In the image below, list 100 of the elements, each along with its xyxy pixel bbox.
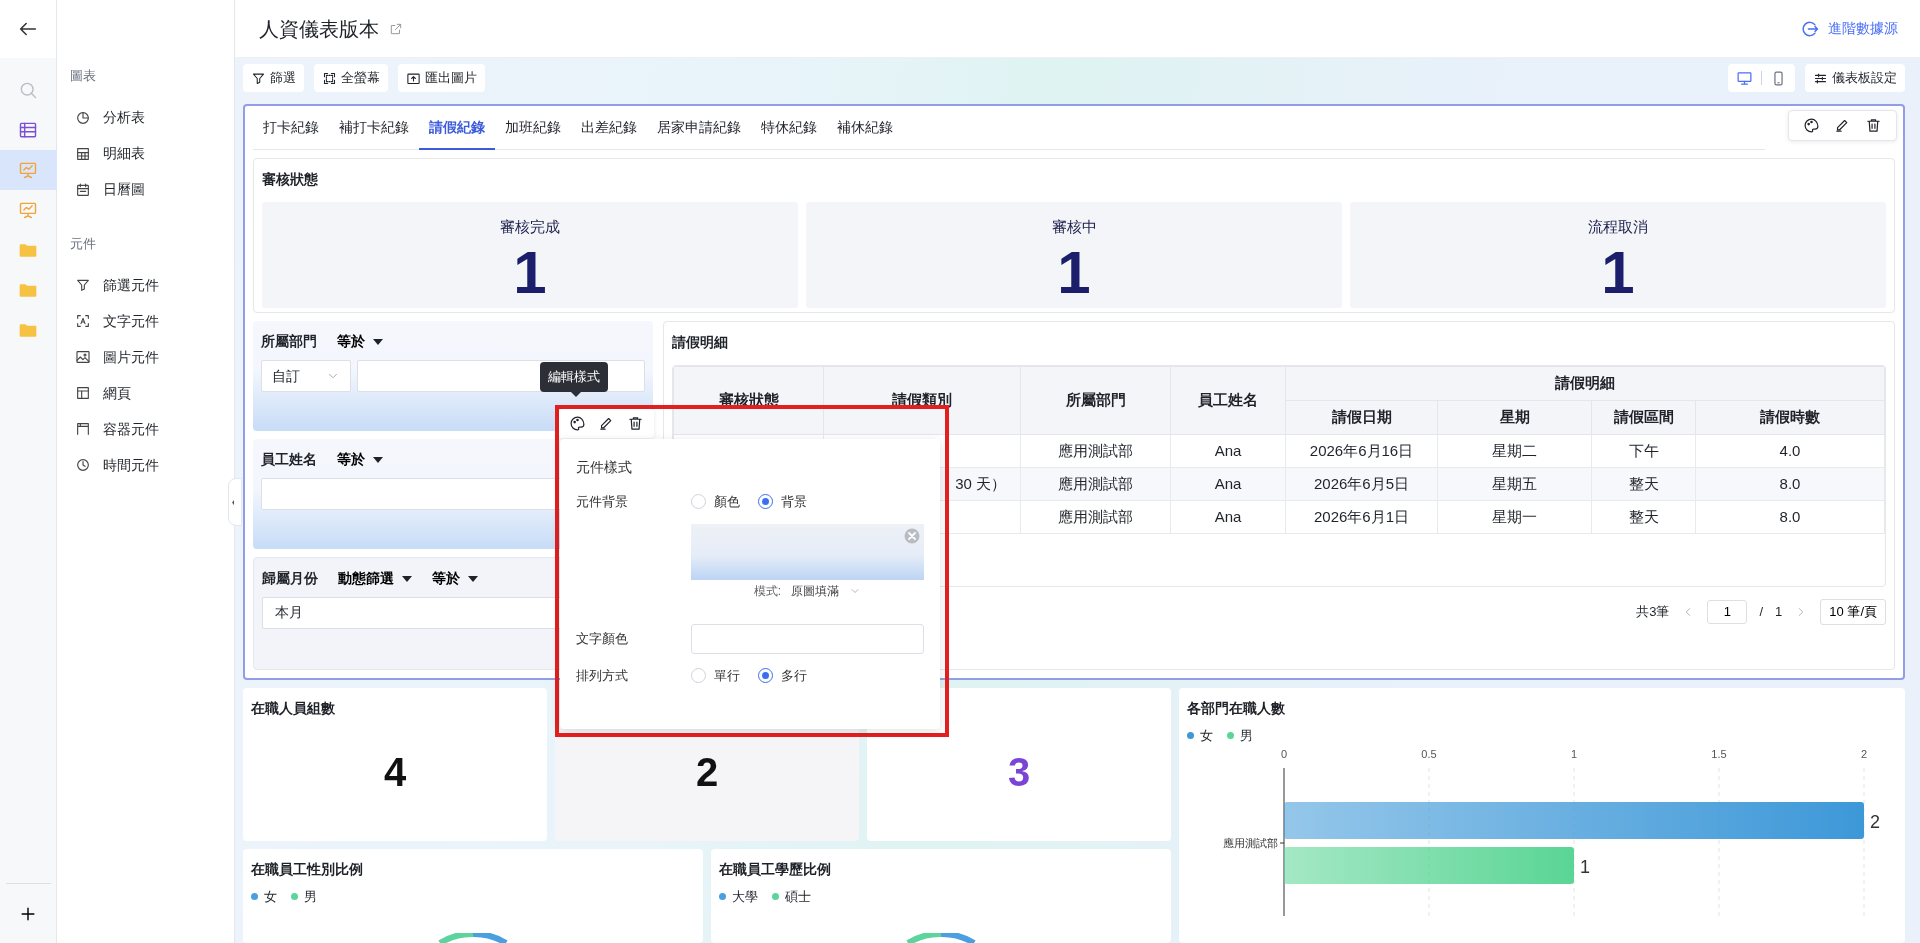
select-field[interactable]: 自訂 — [261, 360, 351, 392]
close-icon[interactable] — [903, 526, 921, 545]
sidebar-item[interactable]: 時間元件 — [57, 447, 234, 483]
table-cell: Ana — [1170, 434, 1286, 468]
sidebar-item-label: 篩選元件 — [103, 275, 159, 295]
delete-icon[interactable] — [627, 415, 644, 432]
status-label: 審核中 — [1051, 217, 1097, 237]
legend-label: 大學 — [732, 888, 758, 906]
sidebar-item-label: 明細表 — [103, 144, 145, 163]
tooltip: 編輯樣式 — [540, 362, 608, 392]
radio-option[interactable]: 顏色 — [691, 492, 740, 512]
table-cell: 整天 — [1591, 500, 1696, 534]
palette-icon[interactable] — [1803, 117, 1820, 134]
field-label: 文字顏色 — [576, 629, 629, 648]
tab[interactable]: 出差紀錄 — [571, 106, 647, 150]
axis-tick-label: 0.5 — [1421, 747, 1437, 760]
mode-select[interactable]: 原圖填滿 — [791, 581, 840, 600]
caret-icon — [468, 575, 478, 582]
card-title: 各部門在職人數 — [1187, 699, 1286, 718]
sidebar-item[interactable]: 文字元件 — [57, 303, 234, 339]
table-icon — [18, 120, 38, 140]
table-cell: 4.0 — [1695, 434, 1885, 468]
status-label: 流程取消 — [1588, 217, 1648, 237]
axis-tick-label: 0 — [1280, 747, 1288, 760]
kpi-value: 3 — [1006, 749, 1032, 796]
radio-option[interactable]: 多行 — [758, 665, 807, 685]
page-title: 人資儀表版本 — [259, 16, 379, 42]
section-heading: 元件 — [69, 234, 97, 253]
table-cell: 整天 — [1591, 467, 1696, 501]
fullscreen-icon — [322, 70, 337, 86]
axis-tick-label: 2 — [1860, 747, 1868, 760]
settings-button[interactable]: 儀表板設定 — [1805, 64, 1905, 92]
page-input[interactable]: 1 — [1707, 599, 1748, 624]
sidebar-item[interactable]: 篩選元件 — [57, 267, 234, 303]
toolbar-button[interactable]: 全螢幕 — [314, 64, 388, 92]
card-title: 在職員工學歷比例 — [719, 860, 832, 879]
delete-icon[interactable] — [1865, 117, 1882, 134]
table-cell: 星期五 — [1437, 467, 1592, 501]
page-total: 1 — [1775, 603, 1783, 621]
caret-icon — [373, 456, 383, 463]
color-input[interactable] — [691, 623, 924, 654]
caret-icon — [373, 338, 383, 345]
status-count: 1 — [513, 242, 547, 303]
filter-icon — [75, 277, 91, 293]
page-size-select[interactable]: 10 筆/頁 — [1820, 599, 1886, 625]
view-toggle[interactable] — [1734, 69, 1755, 87]
sidebar-item-label: 日曆圖 — [103, 180, 145, 199]
donut-chart-drawing — [906, 933, 976, 943]
legend-label: 碩士 — [785, 888, 811, 906]
tab[interactable]: 補打卡紀錄 — [329, 106, 419, 150]
legend-label: 女 — [1200, 727, 1213, 745]
donut-chart-drawing — [438, 933, 508, 943]
radio-option[interactable]: 單行 — [691, 665, 740, 685]
status-count: 1 — [1057, 242, 1091, 303]
kpi-value: 2 — [694, 749, 720, 796]
sidebar-item[interactable]: 日曆圖 — [57, 171, 234, 208]
sidebar-item-label: 分析表 — [103, 108, 145, 127]
operator-dropdown[interactable]: 等於 — [337, 331, 383, 352]
table-cell: 應用測試部 — [1020, 467, 1171, 501]
sidebar-item[interactable]: 網頁 — [57, 375, 234, 411]
legend-label: 男 — [304, 888, 317, 906]
tab[interactable]: 特休紀錄 — [751, 106, 827, 150]
legend-label: 女 — [264, 888, 277, 906]
tab[interactable]: 加班紀錄 — [495, 106, 571, 150]
image-icon — [75, 349, 91, 365]
toolbar-button[interactable]: 篩選 — [243, 64, 304, 92]
calendar-icon — [75, 181, 91, 198]
tab[interactable]: 居家申請紀錄 — [647, 106, 751, 150]
sidebar-item[interactable]: 容器元件 — [57, 411, 234, 447]
operator-dropdown[interactable]: 等於 — [432, 568, 478, 589]
table-cell: 星期二 — [1437, 434, 1592, 468]
sidebar-item[interactable]: 分析表 — [57, 99, 234, 136]
presentation-board-icon — [18, 160, 38, 180]
table-cell: 2026年6月1日 — [1285, 500, 1438, 534]
collapse-handle[interactable] — [228, 478, 242, 526]
toolbar-button[interactable]: 匯出圖片 — [398, 64, 485, 92]
table-cell: 2026年6月5日 — [1285, 467, 1438, 501]
radio-option[interactable]: 背景 — [758, 492, 807, 512]
sidebar-item[interactable]: 圖片元件 — [57, 339, 234, 375]
sidebar-item-label: 時間元件 — [103, 455, 159, 475]
palette-icon[interactable] — [569, 415, 586, 432]
webpage-layout-icon — [75, 385, 91, 401]
tab[interactable]: 打卡紀錄 — [253, 106, 329, 150]
presentation-board-icon — [18, 200, 38, 220]
category-label: 應用測試部 — [1223, 836, 1278, 849]
field-label: 元件背景 — [576, 493, 629, 511]
external-link-icon[interactable] — [389, 21, 403, 36]
tab[interactable]: 補休紀錄 — [827, 106, 903, 150]
search-icon — [18, 80, 38, 100]
field-label: 排列方式 — [576, 666, 629, 685]
caret-icon — [402, 575, 412, 582]
data-source-link[interactable]: 進階數據源 — [1800, 18, 1898, 39]
data-label: 1 — [1580, 856, 1590, 876]
tab[interactable]: 請假紀錄 — [419, 106, 495, 150]
operator-dropdown[interactable]: 等於 — [337, 449, 383, 470]
sidebar-item[interactable]: 明細表 — [57, 135, 234, 172]
table-cell: 2026年6月16日 — [1285, 434, 1438, 468]
grid-table-icon — [75, 145, 91, 162]
operator-dropdown[interactable]: 動態篩選 — [338, 568, 412, 589]
status-label: 審核完成 — [500, 217, 560, 237]
